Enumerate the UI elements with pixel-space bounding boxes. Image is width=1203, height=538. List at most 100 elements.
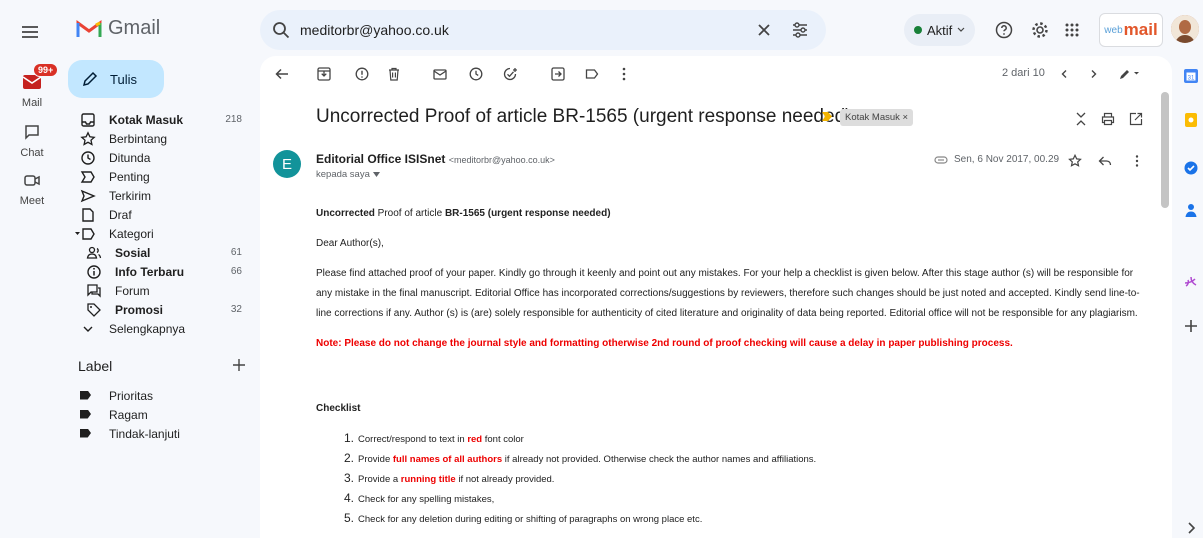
tasks-icon[interactable]: [1183, 160, 1199, 176]
compose-label: Tulis: [110, 71, 137, 87]
label-chip[interactable]: Kotak Masuk ×: [840, 109, 914, 126]
important-marker-icon[interactable]: [822, 112, 832, 121]
menu-icon[interactable]: [18, 20, 42, 44]
help-icon[interactable]: [992, 18, 1016, 42]
settings-icon[interactable]: [1028, 18, 1052, 42]
expand-panel-icon[interactable]: [1183, 520, 1199, 536]
sidebar-item-categories[interactable]: Kategori: [68, 224, 248, 243]
open-new-icon[interactable]: [1126, 109, 1146, 129]
sidebar-item-drafts[interactable]: Draf: [68, 205, 248, 224]
rail-item-chat[interactable]: Chat: [0, 120, 64, 159]
label-name: Ragam: [109, 407, 148, 422]
sender-name[interactable]: Editorial Office ISISnet: [316, 152, 445, 166]
nav-count: 66: [230, 266, 242, 277]
sidebar-item-social[interactable]: Sosial 61: [68, 243, 248, 262]
recipient-details[interactable]: kepada saya: [316, 169, 380, 180]
sender-email: <meditorbr@yahoo.co.uk>: [448, 155, 555, 165]
label-item[interactable]: Ragam: [68, 405, 248, 424]
search-bar[interactable]: meditorbr@yahoo.co.uk: [260, 10, 826, 50]
nav-label: Promosi: [115, 302, 164, 317]
nav-label: Selengkapnya: [109, 321, 186, 336]
pager-text: 2 dari 10: [1002, 67, 1045, 79]
label-icon[interactable]: [582, 64, 602, 84]
sidebar-item-sent[interactable]: Terkirim: [68, 186, 248, 205]
report-icon[interactable]: [352, 64, 372, 84]
add-app-icon[interactable]: [1183, 318, 1199, 334]
star-icon[interactable]: [1066, 152, 1084, 170]
date-text: Sen, 6 Nov 2017, 00.29: [954, 154, 1060, 165]
svg-text:31: 31: [1188, 76, 1195, 82]
important-icon: [80, 169, 96, 185]
gmail-app: 99+ Mail Chat Meet Gmail meditorbr@yahoo…: [0, 0, 1203, 538]
sender-avatar[interactable]: E: [273, 150, 301, 178]
sidebar-item-inbox[interactable]: Kotak Masuk 218: [68, 110, 248, 129]
search-input[interactable]: meditorbr@yahoo.co.uk: [300, 22, 742, 38]
add-task-icon[interactable]: [500, 64, 520, 84]
back-icon[interactable]: [272, 64, 292, 84]
star-icon: [80, 130, 96, 147]
clear-icon[interactable]: [750, 16, 778, 44]
nav-label: Berbintang: [109, 131, 168, 146]
snooze-icon[interactable]: [466, 64, 486, 84]
nav-count: 61: [230, 247, 242, 258]
more-icon[interactable]: [614, 64, 634, 84]
addon-icon[interactable]: [1183, 274, 1199, 290]
add-label-icon[interactable]: [232, 358, 246, 374]
body-heading: Uncorrected Proof of article BR-1565 (ur…: [316, 208, 611, 219]
webmail-logo[interactable]: web mail: [1099, 13, 1163, 47]
print-icon[interactable]: [1098, 109, 1118, 129]
people-icon: [86, 245, 102, 261]
forum-icon: [86, 283, 102, 299]
checklist-heading: Checklist: [316, 403, 361, 414]
avatar[interactable]: [1171, 15, 1199, 43]
delete-icon[interactable]: [384, 64, 404, 84]
sidebar-item-starred[interactable]: Berbintang: [68, 129, 248, 148]
rail-label: Chat: [20, 147, 44, 159]
move-icon[interactable]: [548, 64, 568, 84]
body-greeting: Dear Author(s),: [316, 238, 384, 249]
apps-icon[interactable]: [1060, 18, 1084, 42]
label-item[interactable]: Prioritas: [68, 386, 248, 405]
sender-info: Editorial Office ISISnet <meditorbr@yaho…: [316, 152, 555, 166]
mark-unread-icon[interactable]: [430, 64, 450, 84]
collapse-icon[interactable]: [1071, 109, 1091, 129]
label-item[interactable]: Tindak-lanjuti: [68, 424, 248, 443]
prev-icon[interactable]: [1054, 64, 1074, 84]
nav-label: Forum: [115, 283, 150, 298]
labels-heading: Label: [78, 358, 113, 374]
nav-label: Kotak Masuk: [109, 112, 184, 127]
send-icon: [80, 188, 96, 204]
filter-icon[interactable]: [786, 16, 814, 44]
message-toolbar: 2 dari 10: [260, 56, 1172, 92]
search-icon[interactable]: [272, 21, 290, 39]
sidebar-item-snoozed[interactable]: Ditunda: [68, 148, 248, 167]
checklist-item: 1. Correct/respond to text in red font co…: [344, 431, 524, 445]
sidebar-item-updates[interactable]: Info Terbaru 66: [68, 262, 248, 281]
checklist-item: 2. Provide full names of all authors if a…: [344, 451, 817, 465]
input-tools-icon[interactable]: [1116, 64, 1142, 84]
rail-item-mail[interactable]: 99+ Mail: [0, 63, 64, 109]
sidebar-item-forums[interactable]: Forum: [68, 281, 248, 300]
rail-label: Mail: [21, 97, 43, 109]
label-name: Prioritas: [109, 388, 154, 403]
status-selector[interactable]: Aktif: [904, 14, 976, 46]
sidebar-item-important[interactable]: Penting: [68, 167, 248, 186]
scrollbar[interactable]: [1161, 92, 1169, 208]
status-label: Aktif: [927, 22, 953, 38]
keep-icon[interactable]: [1183, 112, 1199, 128]
chevron-down-icon: [80, 321, 96, 337]
contacts-icon[interactable]: [1183, 202, 1199, 218]
gmail-logo[interactable]: Gmail: [76, 17, 160, 40]
more-icon[interactable]: [1128, 152, 1146, 170]
reply-icon[interactable]: [1096, 152, 1114, 170]
next-icon[interactable]: [1084, 64, 1104, 84]
sidebar-item-promotions[interactable]: Promosi 32: [68, 300, 248, 319]
nav-label: Draf: [109, 207, 132, 222]
nav-label: Kategori: [109, 226, 154, 241]
compose-button[interactable]: Tulis: [68, 60, 164, 98]
rail-item-meet[interactable]: Meet: [0, 168, 64, 207]
calendar-icon[interactable]: 31: [1183, 68, 1199, 84]
tag-icon: [86, 302, 102, 318]
sidebar-item-more[interactable]: Selengkapnya: [68, 319, 248, 338]
archive-icon[interactable]: [314, 64, 334, 84]
